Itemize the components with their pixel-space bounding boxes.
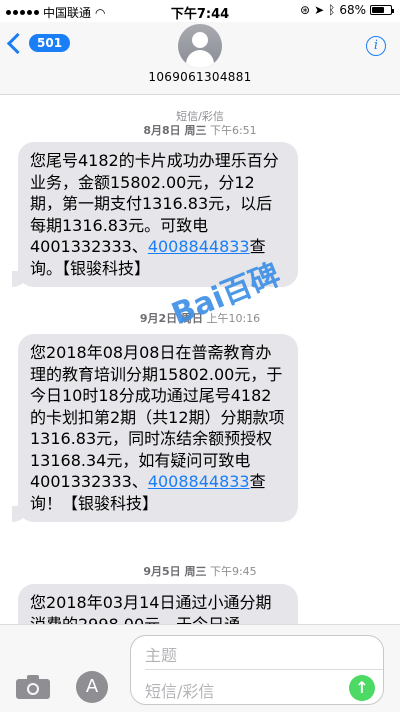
rotation-lock-icon: ⊛ xyxy=(300,3,311,17)
subject-input[interactable]: 主题 xyxy=(145,642,177,666)
app-store-icon[interactable]: A xyxy=(76,671,108,703)
compose-field[interactable]: 主题 短信/彩信 ↑ xyxy=(130,635,384,705)
send-button[interactable]: ↑ xyxy=(349,675,375,701)
contact-number[interactable]: 1069061304881 xyxy=(0,70,400,84)
message-date: 9月5日 周三 xyxy=(143,565,207,578)
message-input[interactable]: 短信/彩信 xyxy=(145,678,214,702)
message-timestamp: 8月8日 周三 下午6:51 xyxy=(0,122,400,138)
contact-avatar[interactable] xyxy=(178,24,222,68)
battery-icon xyxy=(370,5,394,15)
message-bubble[interactable]: 您尾号4182的卡片成功办理乐百分业务，金额15802.00元，分12期，第一期… xyxy=(12,142,298,287)
bluetooth-icon: ᛒ xyxy=(328,3,336,17)
message-date: 9月2日 周日 xyxy=(139,312,203,325)
status-bar: 中国联通 ◠ 下午7:44 ⊛ ➤ ᛒ 68% xyxy=(0,0,400,22)
conversation-header: 501 1069061304881 i xyxy=(0,22,400,95)
message-time: 上午10:16 xyxy=(206,312,261,325)
phone-link[interactable]: 4008844833 xyxy=(148,472,250,491)
camera-button[interactable] xyxy=(16,673,50,699)
status-right-group: ⊛ ➤ ᛒ 68% xyxy=(300,3,394,17)
location-icon: ➤ xyxy=(314,3,325,17)
chevron-left-icon xyxy=(6,32,29,54)
message-timestamp: 9月5日 周三 下午9:45 xyxy=(0,563,400,579)
battery-percent: 68% xyxy=(339,3,366,17)
back-button[interactable]: 501 xyxy=(6,32,71,54)
unread-count-badge: 501 xyxy=(29,34,71,52)
field-divider xyxy=(145,669,383,670)
info-icon[interactable]: i xyxy=(366,36,386,56)
message-text: 您2018年08月08日在普斋教育办理的教育培训分期15802.00元，于今日1… xyxy=(30,343,285,491)
person-icon xyxy=(192,32,208,48)
message-date: 8月8日 周三 xyxy=(143,124,207,137)
phone-link[interactable]: 4008844833 xyxy=(148,237,250,256)
message-time: 下午6:51 xyxy=(209,124,257,137)
compose-bar: A 主题 短信/彩信 ↑ xyxy=(0,624,400,712)
message-time: 下午9:45 xyxy=(209,565,257,578)
message-timestamp: 9月2日 周日 上午10:16 xyxy=(0,310,400,326)
message-bubble[interactable]: 您2018年08月08日在普斋教育办理的教育培训分期15802.00元，于今日1… xyxy=(12,334,298,522)
